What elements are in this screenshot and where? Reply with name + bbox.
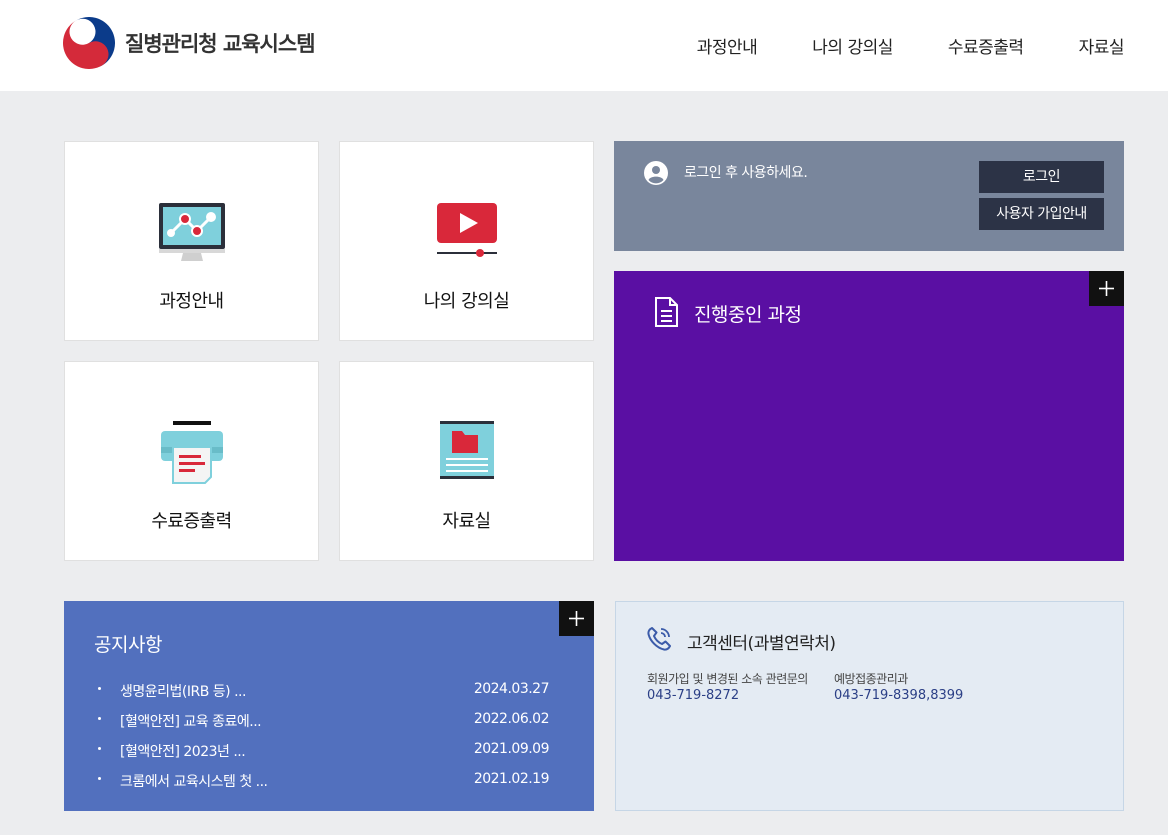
signup-guide-button[interactable]: 사용자 가입안내 xyxy=(979,198,1104,230)
printer-icon xyxy=(160,421,223,484)
bullet-icon xyxy=(98,687,101,690)
notice-item-date: 2022.06.02 xyxy=(473,711,550,727)
nav-my-classroom[interactable]: 나의 강의실 xyxy=(812,33,893,58)
notice-item-date: 2021.09.09 xyxy=(473,741,550,757)
login-button[interactable]: 로그인 xyxy=(979,161,1104,193)
nav-resources[interactable]: 자료실 xyxy=(1079,33,1125,58)
contact-number[interactable]: 043-719-8272 xyxy=(647,688,739,703)
in-progress-title: 진행중인 과정 xyxy=(694,304,802,326)
notice-item-date: 2021.02.19 xyxy=(473,771,550,787)
bullet-icon xyxy=(98,747,101,750)
tile-resources[interactable]: 자료실 xyxy=(339,361,594,561)
bullet-icon xyxy=(98,717,101,720)
contact-number[interactable]: 043-719-8398,8399 xyxy=(834,688,963,703)
in-progress-more-button[interactable] xyxy=(1089,271,1124,306)
site-header: 질병관리청 교육시스템 과정안내 나의 강의실 수료증출력 자료실 xyxy=(0,0,1168,91)
notice-more-button[interactable] xyxy=(559,601,594,636)
tile-label: 나의 강의실 xyxy=(423,291,510,312)
phone-icon xyxy=(647,627,671,651)
in-progress-courses-panel: 진행중인 과정 xyxy=(614,271,1124,561)
site-logo[interactable]: 질병관리청 교육시스템 xyxy=(63,17,316,69)
notice-title: 공지사항 xyxy=(94,634,162,656)
plus-icon xyxy=(1099,281,1114,296)
notice-item-date: 2024.03.27 xyxy=(473,681,550,697)
tile-label: 과정안내 xyxy=(159,291,224,312)
notice-list: 생명윤리법(IRB 등) ... 2024.03.27 [혈액안전] 교육 종료… xyxy=(94,681,550,801)
notice-item[interactable]: 생명윤리법(IRB 등) ... 2024.03.27 xyxy=(94,681,550,711)
folder-book-icon xyxy=(439,421,494,479)
notice-item[interactable]: 크롬에서 교육시스템 첫 ... 2021.02.19 xyxy=(94,771,550,801)
notice-item[interactable]: [혈액안전] 교육 종료에... 2022.06.02 xyxy=(94,711,550,741)
logo-text: 질병관리청 교육시스템 xyxy=(125,32,316,56)
tile-course-info[interactable]: 과정안내 xyxy=(64,141,319,341)
monitor-chart-icon xyxy=(158,203,225,261)
contact-label: 회원가입 및 변경된 소속 관련문의 xyxy=(647,672,808,686)
nav-course-info[interactable]: 과정안내 xyxy=(697,33,758,58)
nav-certificate[interactable]: 수료증출력 xyxy=(948,33,1024,58)
login-panel: 로그인 후 사용하세요. 로그인 사용자 가입안내 xyxy=(614,141,1124,251)
user-avatar-icon xyxy=(644,161,668,185)
notice-panel: 공지사항 생명윤리법(IRB 등) ... 2024.03.27 [혈액안전] … xyxy=(64,601,594,811)
notice-item[interactable]: [혈액안전] 2023년 ... 2021.09.09 xyxy=(94,741,550,771)
contact-label: 예방접종관리과 xyxy=(834,672,908,686)
notice-item-title: 크롬에서 교육시스템 첫 ... xyxy=(120,774,268,790)
tile-my-classroom[interactable]: 나의 강의실 xyxy=(339,141,594,341)
document-icon xyxy=(655,297,678,327)
video-play-icon xyxy=(436,203,497,257)
taegeuk-logo-icon xyxy=(63,17,115,69)
tile-label: 수료증출력 xyxy=(151,511,232,532)
notice-item-title: 생명윤리법(IRB 등) ... xyxy=(120,684,246,700)
notice-item-title: [혈액안전] 교육 종료에... xyxy=(120,714,262,730)
plus-icon xyxy=(569,611,584,626)
tile-certificate[interactable]: 수료증출력 xyxy=(64,361,319,561)
login-message: 로그인 후 사용하세요. xyxy=(684,165,808,181)
bullet-icon xyxy=(98,777,101,780)
tile-label: 자료실 xyxy=(442,511,491,532)
customer-center-panel: 고객센터(과별연락처) 회원가입 및 변경된 소속 관련문의 043-719-8… xyxy=(615,601,1124,811)
main-nav: 과정안내 나의 강의실 수료증출력 자료실 xyxy=(697,33,1125,58)
notice-item-title: [혈액안전] 2023년 ... xyxy=(120,744,246,760)
customer-center-title: 고객센터(과별연락처) xyxy=(687,634,836,654)
